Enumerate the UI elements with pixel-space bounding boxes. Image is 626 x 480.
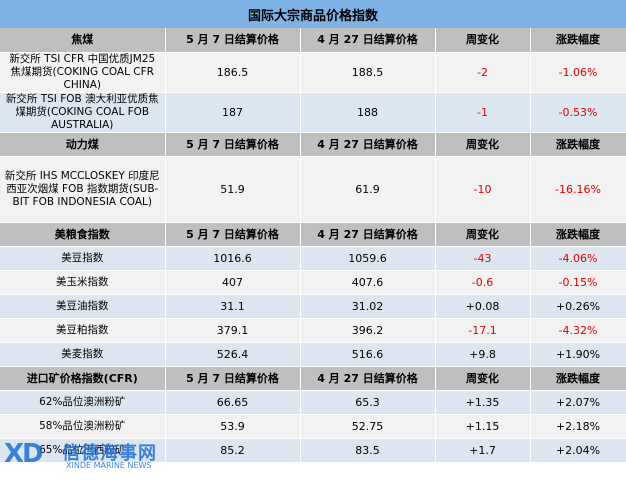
row-may7: 379.1 [165, 318, 301, 343]
col-header-may7: 5 月 7 日结算价格 [165, 222, 301, 247]
row-may7: 526.4 [165, 342, 301, 367]
section-header-iron-ore: 进口矿价格指数(CFR) 5 月 7 日结算价格 4 月 27 日结算价格 周变… [0, 366, 626, 391]
table-row: 新交所 TSI CFR 中国优质JM25 焦煤期货(COKING COAL CF… [0, 52, 626, 93]
col-header-weekly-change: 周变化 [435, 28, 531, 53]
row-may7: 407 [165, 270, 301, 295]
row-may7: 1016.6 [165, 246, 301, 271]
row-weekly-change: -17.1 [435, 318, 531, 343]
table-title: 国际大宗商品价格指数 [0, 0, 626, 28]
section-header-us-grain: 美粮食指数 5 月 7 日结算价格 4 月 27 日结算价格 周变化 涨跌幅度 [0, 222, 626, 247]
row-name: 美麦指数 [0, 342, 166, 367]
row-apr27: 188 [300, 92, 436, 133]
row-pct-change: -0.53% [530, 92, 626, 133]
row-weekly-change: +1.35 [435, 390, 531, 415]
col-header-pct-change: 涨跌幅度 [530, 366, 626, 391]
row-weekly-change: +1.15 [435, 414, 531, 439]
section-title: 动力煤 [0, 132, 166, 157]
row-apr27: 407.6 [300, 270, 436, 295]
table-row: 58%品位澳洲粉矿 53.9 52.75 +1.15 +2.18% [0, 414, 626, 439]
col-header-weekly-change: 周变化 [435, 366, 531, 391]
table-row: 美玉米指数 407 407.6 -0.6 -0.15% [0, 270, 626, 295]
table-row: 新交所 IHS MCCLOSKEY 印度尼西亚次烟煤 FOB 指数期货(SUB-… [0, 156, 626, 223]
row-may7: 51.9 [165, 156, 301, 223]
row-pct-change: -16.16% [530, 156, 626, 223]
col-header-pct-change: 涨跌幅度 [530, 28, 626, 53]
table-row: 美豆粕指数 379.1 396.2 -17.1 -4.32% [0, 318, 626, 343]
section-title: 焦煤 [0, 28, 166, 53]
col-header-weekly-change: 周变化 [435, 222, 531, 247]
row-apr27: 31.02 [300, 294, 436, 319]
table-row: 65%品位巴西粉矿 85.2 83.5 +1.7 +2.04% [0, 438, 626, 463]
row-may7: 186.5 [165, 52, 301, 93]
row-apr27: 52.75 [300, 414, 436, 439]
col-header-apr27: 4 月 27 日结算价格 [300, 222, 436, 247]
col-header-pct-change: 涨跌幅度 [530, 132, 626, 157]
row-may7: 31.1 [165, 294, 301, 319]
row-pct-change: +2.07% [530, 390, 626, 415]
section-header-coking-coal: 焦煤 5 月 7 日结算价格 4 月 27 日结算价格 周变化 涨跌幅度 [0, 28, 626, 53]
row-name: 62%品位澳洲粉矿 [0, 390, 166, 415]
col-header-apr27: 4 月 27 日结算价格 [300, 366, 436, 391]
row-weekly-change: -0.6 [435, 270, 531, 295]
row-may7: 66.65 [165, 390, 301, 415]
section-header-thermal-coal: 动力煤 5 月 7 日结算价格 4 月 27 日结算价格 周变化 涨跌幅度 [0, 132, 626, 157]
row-may7: 187 [165, 92, 301, 133]
table-row: 美豆油指数 31.1 31.02 +0.08 +0.26% [0, 294, 626, 319]
row-name: 58%品位澳洲粉矿 [0, 414, 166, 439]
row-may7: 85.2 [165, 438, 301, 463]
row-weekly-change: -2 [435, 52, 531, 93]
row-pct-change: +2.04% [530, 438, 626, 463]
col-header-apr27: 4 月 27 日结算价格 [300, 28, 436, 53]
row-weekly-change: -43 [435, 246, 531, 271]
row-name: 新交所 TSI FOB 澳大利亚优质焦煤期货(COKING COAL FOB A… [0, 92, 166, 133]
section-title: 进口矿价格指数(CFR) [0, 366, 166, 391]
row-pct-change: -1.06% [530, 52, 626, 93]
row-weekly-change: +9.8 [435, 342, 531, 367]
row-apr27: 65.3 [300, 390, 436, 415]
col-header-apr27: 4 月 27 日结算价格 [300, 132, 436, 157]
row-name: 美豆指数 [0, 246, 166, 271]
table-row: 美豆指数 1016.6 1059.6 -43 -4.06% [0, 246, 626, 271]
row-name: 美玉米指数 [0, 270, 166, 295]
row-apr27: 396.2 [300, 318, 436, 343]
row-pct-change: +0.26% [530, 294, 626, 319]
row-name: 新交所 TSI CFR 中国优质JM25 焦煤期货(COKING COAL CF… [0, 52, 166, 93]
table-row: 美麦指数 526.4 516.6 +9.8 +1.90% [0, 342, 626, 367]
row-pct-change: -4.06% [530, 246, 626, 271]
row-weekly-change: +0.08 [435, 294, 531, 319]
col-header-may7: 5 月 7 日结算价格 [165, 28, 301, 53]
row-name: 美豆粕指数 [0, 318, 166, 343]
row-apr27: 1059.6 [300, 246, 436, 271]
col-header-may7: 5 月 7 日结算价格 [165, 132, 301, 157]
table-row: 新交所 TSI FOB 澳大利亚优质焦煤期货(COKING COAL FOB A… [0, 92, 626, 133]
row-weekly-change: +1.7 [435, 438, 531, 463]
row-name: 新交所 IHS MCCLOSKEY 印度尼西亚次烟煤 FOB 指数期货(SUB-… [0, 156, 166, 223]
row-apr27: 188.5 [300, 52, 436, 93]
table-row: 62%品位澳洲粉矿 66.65 65.3 +1.35 +2.07% [0, 390, 626, 415]
section-title: 美粮食指数 [0, 222, 166, 247]
price-index-table: 焦煤 5 月 7 日结算价格 4 月 27 日结算价格 周变化 涨跌幅度 新交所… [0, 28, 626, 463]
col-header-may7: 5 月 7 日结算价格 [165, 366, 301, 391]
row-apr27: 61.9 [300, 156, 436, 223]
col-header-weekly-change: 周变化 [435, 132, 531, 157]
row-pct-change: +1.90% [530, 342, 626, 367]
row-pct-change: -0.15% [530, 270, 626, 295]
row-apr27: 516.6 [300, 342, 436, 367]
row-may7: 53.9 [165, 414, 301, 439]
row-name: 美豆油指数 [0, 294, 166, 319]
row-weekly-change: -10 [435, 156, 531, 223]
row-pct-change: +2.18% [530, 414, 626, 439]
row-apr27: 83.5 [300, 438, 436, 463]
row-weekly-change: -1 [435, 92, 531, 133]
col-header-pct-change: 涨跌幅度 [530, 222, 626, 247]
row-name: 65%品位巴西粉矿 [0, 438, 166, 463]
row-pct-change: -4.32% [530, 318, 626, 343]
